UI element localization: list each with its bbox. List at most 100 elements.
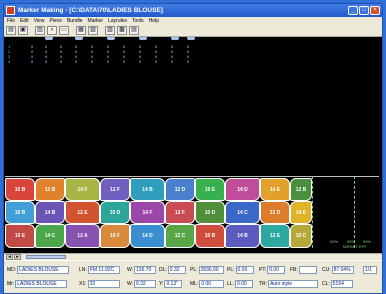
piece-thumbnail[interactable] — [45, 37, 53, 40]
marker-piece[interactable]: 10 B — [195, 224, 225, 248]
marker-piece[interactable]: 10 F — [100, 224, 130, 248]
fb-value[interactable] — [298, 266, 317, 274]
marker-piece[interactable]: 12 A — [65, 224, 100, 248]
md2-value[interactable]: LADIES BLOUSE — [15, 280, 68, 288]
marker-piece[interactable]: 14 B — [130, 178, 165, 201]
pl-value[interactable]: 2836.00 — [198, 266, 224, 274]
marker-piece[interactable]: 14 E — [260, 178, 290, 201]
piece-list-cell: 0 — [107, 45, 110, 49]
pt-field: PT: 0.00 — [259, 265, 286, 275]
dl-value[interactable]: 0.32 — [167, 266, 186, 274]
pt-value[interactable]: 0.00 — [267, 266, 286, 274]
target-end-line — [354, 176, 355, 248]
piece-list-row[interactable]: 4 0 0 0 0 0 0 0 0 0 0 0 — [5, 60, 205, 65]
piece-list-cell: 0 — [155, 50, 158, 54]
md-value[interactable]: LADIES BLOUSE — [17, 266, 70, 274]
zoom-icon[interactable]: ⌕ — [47, 26, 57, 35]
marker-piece[interactable]: 14 B — [35, 201, 65, 224]
print-icon[interactable]: ▥ — [35, 26, 45, 35]
marker-piece[interactable]: 12 E — [65, 201, 100, 224]
marker-piece[interactable]: 10 E — [195, 178, 225, 201]
piece-list-cell: 0 — [45, 45, 48, 49]
piece-list-cell: 0 — [31, 45, 34, 49]
menu-bar: File Edit View Piece Bundle Marker Layru… — [4, 17, 382, 25]
marker-canvas[interactable]: 1000000000002000000000003000000000004000… — [4, 37, 382, 253]
maximize-icon[interactable]: □ — [359, 6, 369, 15]
marker-piece[interactable]: 12 F — [165, 201, 195, 224]
marker-piece[interactable]: 12 D — [260, 201, 290, 224]
ruler-icon[interactable]: ▧ — [88, 26, 98, 35]
cl-value[interactable]: 5154 — [330, 280, 353, 288]
marker-piece[interactable]: 12 B — [290, 178, 312, 201]
cu-value[interactable]: 87.04% — [331, 266, 354, 274]
marker-piece[interactable]: 14 D — [130, 224, 165, 248]
menu-help[interactable]: Help — [149, 18, 159, 24]
piece-list-cell: 0 — [75, 45, 78, 49]
piece-list-cell: 0 — [187, 50, 190, 54]
marker-piece[interactable]: 14 C — [225, 201, 260, 224]
menu-marker[interactable]: Marker — [88, 18, 104, 24]
x-value[interactable]: 33 — [87, 280, 120, 288]
fit-icon[interactable]: ▭ — [59, 26, 69, 35]
w-value[interactable]: 136.70 — [134, 266, 157, 274]
marker-piece[interactable]: 14 D — [225, 178, 260, 201]
minimize-icon[interactable]: _ — [348, 6, 358, 15]
marker-piece[interactable]: 10 B — [5, 178, 35, 201]
marker-piece[interactable]: 12 E — [260, 224, 290, 248]
scroll-thumb[interactable] — [26, 255, 66, 259]
menu-file[interactable]: File — [7, 18, 15, 24]
close-icon[interactable]: × — [370, 6, 380, 15]
marker-piece[interactable]: 12 D — [165, 178, 195, 201]
marker-piece[interactable]: 14 F — [65, 178, 100, 201]
ml-value[interactable]: 0.00 — [199, 280, 225, 288]
target-efficiency-label: TARGET EFF — [342, 244, 367, 249]
piece-thumbnail[interactable] — [75, 37, 83, 40]
ln-value[interactable]: FM 11.92C — [87, 266, 120, 274]
piece-thumbnail[interactable] — [107, 37, 115, 40]
w2-value[interactable]: 0.32 — [134, 280, 157, 288]
layout-icon[interactable]: ▤ — [129, 26, 139, 35]
efficiency-label-a: 99% — [330, 239, 339, 244]
marker-piece[interactable]: 10 C — [290, 224, 312, 248]
open-icon[interactable]: ▤ — [6, 26, 16, 35]
horizontal-scrollbar[interactable]: ◂ ▸ — [4, 253, 382, 260]
bundle-icon[interactable]: ▩ — [117, 26, 127, 35]
x-label: X1: — [79, 281, 87, 287]
marker-piece[interactable]: 10 E — [5, 224, 35, 248]
marker-piece[interactable]: 12 F — [100, 178, 130, 201]
marker-piece[interactable]: 14 B — [225, 224, 260, 248]
marker-piece[interactable]: 12 B — [35, 178, 65, 201]
piece-thumbnail[interactable] — [139, 37, 147, 40]
y-value[interactable]: 0.13" — [164, 280, 183, 288]
marker-piece[interactable]: 10 D — [100, 201, 130, 224]
marker-making-window: Marker Making - [C:\DATA\70\LADIES BLOUS… — [3, 3, 383, 294]
piece-thumbnail[interactable] — [187, 37, 195, 40]
pl2-value[interactable]: 0.00 — [235, 266, 254, 274]
piece-list-cell: 0 — [91, 50, 94, 54]
marker-piece[interactable]: 14 C — [35, 224, 65, 248]
status-row-2: Mr: LADIES BLOUSE X1: 33 W: 0.32 Y: 0.13… — [7, 279, 379, 291]
marker-piece[interactable]: 12 C — [165, 224, 195, 248]
menu-view[interactable]: View — [34, 18, 45, 24]
w-label: W: — [127, 267, 134, 273]
ll-value[interactable]: 0.00 — [234, 280, 253, 288]
marker-piece[interactable]: 14 E — [290, 201, 312, 224]
desktop-background: Marker Making - [C:\DATA\70\LADIES BLOUS… — [0, 0, 386, 294]
piece-list-cell: 0 — [91, 55, 94, 59]
tr-value[interactable]: Auto style — [268, 280, 319, 288]
md2-label: Mr: — [7, 281, 15, 287]
piece-thumbnail[interactable] — [171, 37, 179, 40]
marker-piece[interactable]: 14 F — [130, 201, 165, 224]
menu-piece[interactable]: Piece — [49, 18, 62, 24]
menu-edit[interactable]: Edit — [20, 18, 29, 24]
menu-layrules[interactable]: Layrules — [108, 18, 127, 24]
menu-bundle[interactable]: Bundle — [67, 18, 83, 24]
save-icon[interactable]: ▣ — [18, 26, 28, 35]
piece-list-cell: 0 — [45, 50, 48, 54]
grid-icon[interactable]: ▦ — [76, 26, 86, 35]
marker-icon[interactable]: ▨ — [105, 26, 115, 35]
pl2-label: PL: — [227, 267, 235, 273]
marker-piece[interactable]: 10 B — [5, 201, 35, 224]
marker-piece[interactable]: 10 D — [195, 201, 225, 224]
menu-tools[interactable]: Tools — [132, 18, 144, 24]
